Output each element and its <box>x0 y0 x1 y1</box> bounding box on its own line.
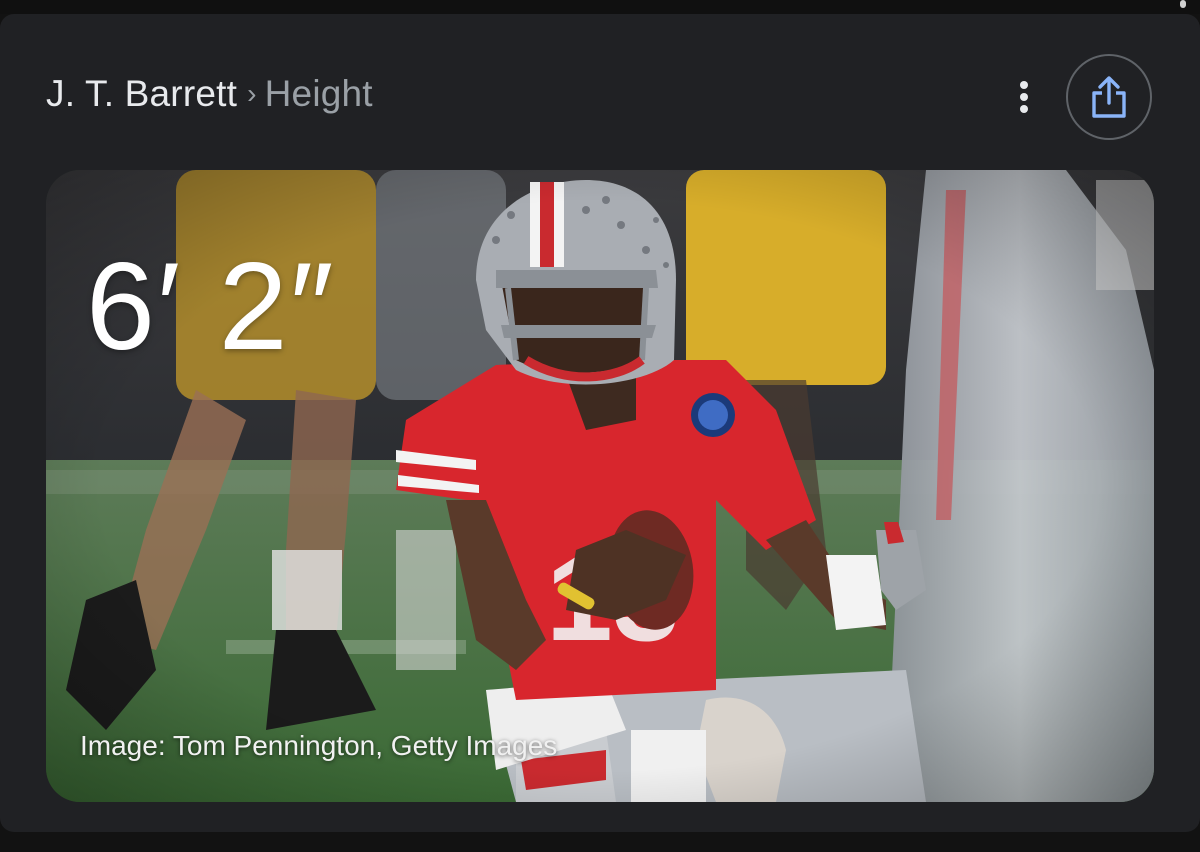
share-button[interactable] <box>1066 54 1152 140</box>
height-value: 6′ 2″ <box>86 238 336 376</box>
more-options-button[interactable] <box>1004 72 1044 122</box>
image-credit: Image: Tom Pennington, Getty Images <box>80 730 558 761</box>
share-icon <box>1092 76 1126 118</box>
breadcrumb-separator: › <box>247 78 257 109</box>
scroll-indicator[interactable] <box>1180 0 1186 8</box>
top-strip <box>0 0 1200 14</box>
hero-image-card[interactable]: 13 <box>46 170 1154 802</box>
breadcrumb-entity[interactable]: J. T. Barrett <box>46 73 237 114</box>
more-vert-icon <box>1020 81 1028 113</box>
bottom-strip <box>0 832 1200 852</box>
breadcrumb: J. T. Barrett › Height <box>46 72 373 119</box>
knowledge-card: J. T. Barrett › Height 6′ 2″ Image: Tom … <box>0 14 1200 832</box>
breadcrumb-attribute: Height <box>264 73 373 114</box>
